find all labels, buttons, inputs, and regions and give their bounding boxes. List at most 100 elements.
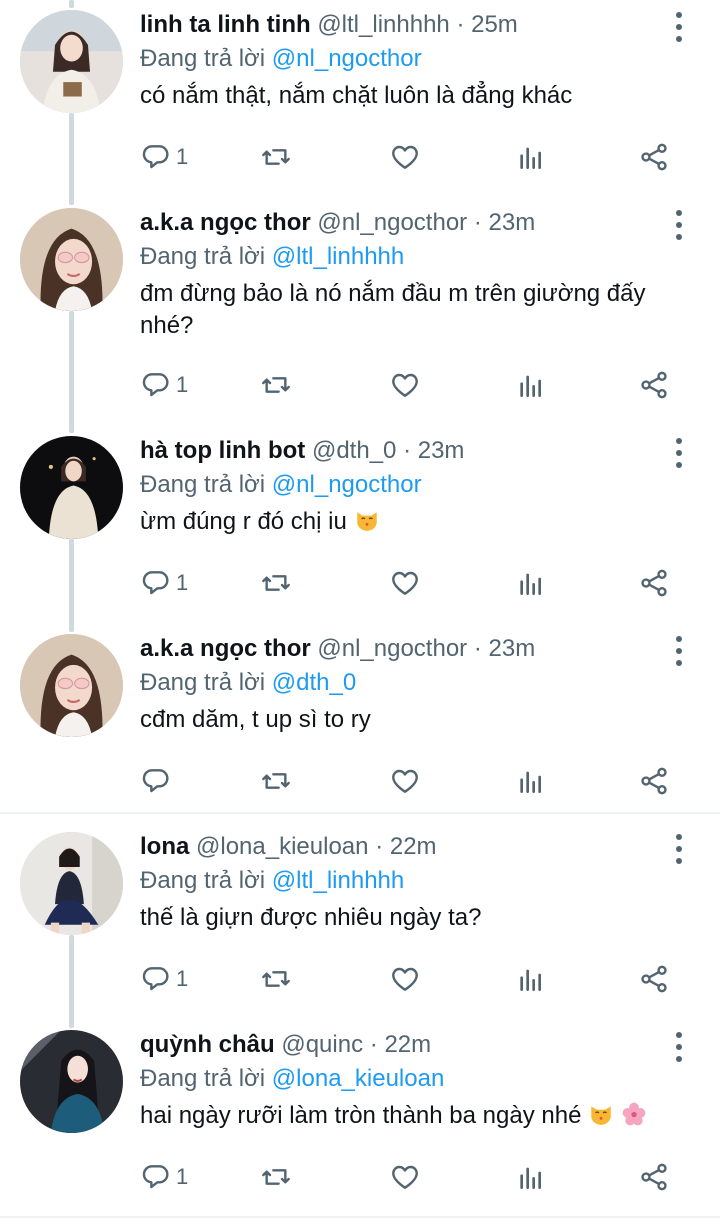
- share-button[interactable]: [638, 137, 670, 177]
- reply-mention-link[interactable]: @ltl_linhhhh: [272, 243, 404, 270]
- reply-tweet[interactable]: linh ta linh tinh @ltl_linhhhh · 25m Đan…: [0, 0, 720, 200]
- user-handle[interactable]: @dth_0: [312, 437, 396, 464]
- reply-icon: [142, 769, 169, 793]
- reply-context: Đang trả lời @ltl_linhhhh: [140, 864, 700, 898]
- timestamp[interactable]: 25m: [471, 11, 518, 38]
- action-bar: 1: [140, 365, 700, 405]
- views-button[interactable]: [515, 137, 547, 177]
- timestamp[interactable]: 23m: [489, 209, 536, 236]
- reply-mention-link[interactable]: @dth_0: [272, 669, 356, 696]
- avatar[interactable]: [20, 10, 123, 113]
- reply-mention-link[interactable]: @ltl_linhhhh: [272, 867, 404, 894]
- share-button[interactable]: [638, 563, 670, 603]
- reply-tweet[interactable]: quỳnh châu @quinc · 22m Đang trả lời @lo…: [0, 1020, 720, 1218]
- thread-separator: [0, 812, 720, 814]
- display-name[interactable]: hà top linh bot: [140, 437, 305, 464]
- reply-tweet[interactable]: a.k.a ngọc thor @nl_ngocthor · 23m Đang …: [0, 624, 720, 810]
- action-bar: 1: [140, 563, 700, 603]
- views-button[interactable]: [515, 761, 547, 801]
- avatar[interactable]: [20, 634, 123, 737]
- more-vertical-icon[interactable]: [674, 636, 684, 666]
- reply-icon: [142, 373, 169, 397]
- retweet-icon: [262, 1169, 290, 1185]
- more-vertical-icon[interactable]: [674, 210, 684, 240]
- reply-button[interactable]: 1: [140, 563, 188, 603]
- reply-mention-link[interactable]: @nl_ngocthor: [272, 45, 422, 72]
- user-handle[interactable]: @lona_kieuloan: [196, 833, 369, 860]
- reply-context: Đang trả lời @ltl_linhhhh: [140, 240, 700, 274]
- avatar[interactable]: [20, 832, 123, 935]
- analytics-icon: [520, 375, 541, 397]
- reply-mention-link[interactable]: @nl_ngocthor: [272, 471, 422, 498]
- more-vertical-icon[interactable]: [674, 12, 684, 42]
- views-button[interactable]: [515, 563, 547, 603]
- reply-prefix: Đang trả lời: [140, 1065, 266, 1092]
- display-name[interactable]: linh ta linh tinh: [140, 11, 311, 38]
- user-handle[interactable]: @nl_ngocthor: [317, 635, 467, 662]
- tweet-text: có nắm thật, nắm chặt luôn là đẳng khác: [140, 82, 573, 109]
- timestamp[interactable]: 22m: [384, 1031, 431, 1058]
- tweet-text: ừm đúng r đó chị iu: [140, 508, 347, 535]
- reply-prefix: Đang trả lời: [140, 867, 266, 894]
- retweet-button[interactable]: [260, 137, 292, 177]
- share-button[interactable]: [638, 959, 670, 999]
- timestamp[interactable]: 23m: [489, 635, 536, 662]
- share-icon: [641, 965, 667, 993]
- reply-button[interactable]: 1: [140, 137, 188, 177]
- avatar[interactable]: [20, 436, 123, 539]
- user-handle[interactable]: @ltl_linhhhh: [317, 11, 449, 38]
- heart-icon: [392, 1165, 418, 1189]
- reply-tweet[interactable]: lona @lona_kieuloan · 22m Đang trả lời @…: [0, 822, 720, 1022]
- analytics-icon: [520, 573, 541, 595]
- more-vertical-icon[interactable]: [674, 1032, 684, 1062]
- action-bar: 1: [140, 1157, 700, 1197]
- reply-button[interactable]: 1: [140, 959, 188, 999]
- reply-tweet[interactable]: a.k.a ngọc thor @nl_ngocthor · 23m Đang …: [0, 198, 720, 428]
- avatar[interactable]: [20, 208, 123, 311]
- like-button[interactable]: [389, 1157, 421, 1197]
- display-name[interactable]: a.k.a ngọc thor: [140, 209, 311, 236]
- analytics-icon: [520, 969, 541, 991]
- reply-button[interactable]: 1: [140, 365, 188, 405]
- reply-count: 1: [176, 570, 189, 595]
- reply-button[interactable]: [140, 761, 176, 801]
- like-button[interactable]: [389, 365, 421, 405]
- display-name[interactable]: lona: [140, 833, 189, 860]
- user-handle[interactable]: @nl_ngocthor: [317, 209, 467, 236]
- reply-button[interactable]: 1: [140, 1157, 188, 1197]
- retweet-button[interactable]: [260, 1157, 292, 1197]
- like-button[interactable]: [389, 959, 421, 999]
- retweet-button[interactable]: [260, 563, 292, 603]
- share-button[interactable]: [638, 1157, 670, 1197]
- analytics-icon: [520, 771, 541, 793]
- views-button[interactable]: [515, 365, 547, 405]
- views-button[interactable]: [515, 1157, 547, 1197]
- timestamp[interactable]: 22m: [390, 833, 437, 860]
- tweet-text: cđm dăm, t up sì to ry: [140, 706, 371, 733]
- reply-tweet[interactable]: hà top linh bot @dth_0 · 23m Đang trả lờ…: [0, 426, 720, 626]
- reply-prefix: Đang trả lời: [140, 471, 266, 498]
- retweet-button[interactable]: [260, 959, 292, 999]
- cherry-blossom-emoji-icon: [622, 1102, 646, 1126]
- tweet-text: đm đừng bảo là nó nắm đầu m trên giường …: [140, 280, 646, 339]
- share-button[interactable]: [638, 761, 670, 801]
- user-handle[interactable]: @quinc: [281, 1031, 363, 1058]
- retweet-icon: [262, 377, 290, 393]
- like-button[interactable]: [389, 563, 421, 603]
- reply-mention-link[interactable]: @lona_kieuloan: [272, 1065, 445, 1092]
- display-name[interactable]: a.k.a ngọc thor: [140, 635, 311, 662]
- avatar[interactable]: [20, 1030, 123, 1133]
- heart-icon: [392, 769, 418, 793]
- timestamp[interactable]: 23m: [418, 437, 465, 464]
- more-vertical-icon[interactable]: [674, 438, 684, 468]
- like-button[interactable]: [389, 137, 421, 177]
- reply-context: Đang trả lời @nl_ngocthor: [140, 468, 700, 502]
- retweet-button[interactable]: [260, 365, 292, 405]
- like-button[interactable]: [389, 761, 421, 801]
- views-button[interactable]: [515, 959, 547, 999]
- share-icon: [641, 371, 667, 399]
- share-button[interactable]: [638, 365, 670, 405]
- retweet-button[interactable]: [260, 761, 292, 801]
- display-name[interactable]: quỳnh châu: [140, 1031, 275, 1058]
- more-vertical-icon[interactable]: [674, 834, 684, 864]
